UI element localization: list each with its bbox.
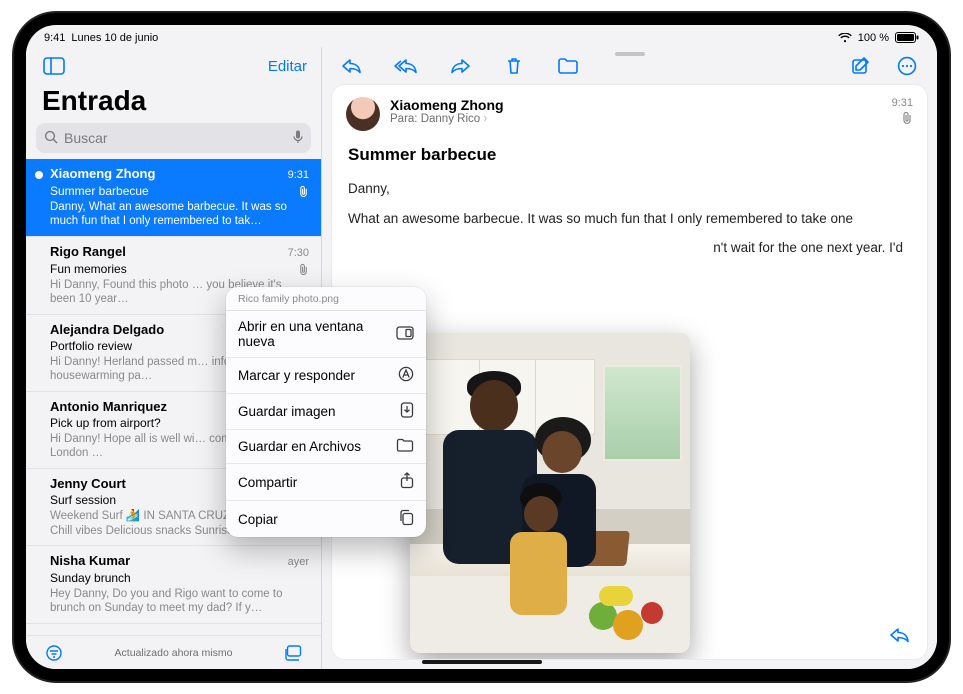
share-icon <box>400 472 414 492</box>
to-name: Danny Rico <box>421 113 480 125</box>
family-photo-image <box>410 333 690 653</box>
attachment-icon <box>892 111 913 128</box>
unread-dot-icon <box>35 171 43 179</box>
search-icon <box>44 130 58 147</box>
trash-button[interactable] <box>500 53 528 79</box>
sender-name[interactable]: Xiaomeng Zhong <box>390 97 882 113</box>
context-menu-item[interactable]: Guardar imagen <box>226 394 426 430</box>
quick-reply-button[interactable] <box>889 626 911 649</box>
sync-status: Actualizado ahora mismo <box>115 647 233 659</box>
wifi-icon <box>838 33 852 43</box>
reply-all-button[interactable] <box>392 53 420 79</box>
attachment-preview[interactable] <box>410 333 690 653</box>
context-menu-label: Copiar <box>238 512 278 527</box>
recipient-row[interactable]: Para: Danny Rico › <box>390 113 882 125</box>
dictate-icon[interactable] <box>293 130 303 147</box>
windows-button[interactable] <box>279 640 307 666</box>
msg-from: Alejandra Delgado <box>50 322 164 338</box>
context-menu-label: Compartir <box>238 475 297 490</box>
battery-icon <box>895 32 919 43</box>
msg-from: Antonio Manriquez <box>50 399 167 415</box>
msg-preview: Danny, What an awesome barbecue. It was … <box>50 200 309 228</box>
window-new-icon <box>396 326 414 343</box>
status-date: Lunes 10 de junio <box>71 32 158 44</box>
paperclip-icon <box>298 263 309 280</box>
copy-icon <box>399 509 414 529</box>
move-button[interactable] <box>554 53 582 79</box>
context-menu-title: Rico family photo.png <box>226 287 426 311</box>
ipad-frame: 9:41 Lunes 10 de junio 100 % <box>14 13 949 681</box>
msg-time: 7:30 <box>288 247 309 261</box>
sidebar-toggle-button[interactable] <box>40 53 68 79</box>
message-time: 9:31 <box>892 97 913 109</box>
msg-subject: Fun memories <box>50 262 309 277</box>
multitask-handle[interactable] <box>615 52 645 56</box>
msg-from: Jenny Court <box>50 476 126 492</box>
attachment-context-menu: Rico family photo.png Abrir en una venta… <box>226 287 426 537</box>
search-placeholder: Buscar <box>64 130 108 146</box>
search-input[interactable]: Buscar <box>36 123 311 153</box>
context-menu-item[interactable]: Compartir <box>226 464 426 501</box>
markup-icon <box>398 366 414 385</box>
msg-subject: Sunday brunch <box>50 571 309 586</box>
context-menu-label: Abrir en una ventana nueva <box>238 319 396 349</box>
folder-icon <box>396 438 414 455</box>
context-menu-item[interactable]: Marcar y responder <box>226 358 426 394</box>
to-label: Para: <box>390 113 418 125</box>
msg-time: 9:31 <box>288 169 309 183</box>
context-menu-item[interactable]: Guardar en Archivos <box>226 430 426 464</box>
status-bar: 9:41 Lunes 10 de junio 100 % <box>26 25 937 47</box>
message-subject: Summer barbecue <box>332 137 927 175</box>
download-icon <box>400 402 414 421</box>
paperclip-icon <box>298 185 309 202</box>
edit-button[interactable]: Editar <box>268 58 307 75</box>
forward-button[interactable] <box>446 53 474 79</box>
filter-button[interactable] <box>40 640 68 666</box>
screen: 9:41 Lunes 10 de junio 100 % <box>26 25 937 669</box>
msg-subject: Summer barbecue <box>50 184 309 199</box>
context-menu-label: Guardar en Archivos <box>238 439 361 454</box>
more-button[interactable] <box>893 53 921 79</box>
compose-button[interactable] <box>847 53 875 79</box>
msg-time: ayer <box>288 556 309 570</box>
message-list-item[interactable]: Nisha Kumar ayerSunday brunchHey Danny, D… <box>26 546 321 624</box>
chevron-right-icon: › <box>483 113 487 125</box>
mailbox-title: Entrada <box>26 85 321 121</box>
msg-from: Nisha Kumar <box>50 553 130 569</box>
status-time: 9:41 <box>44 32 65 44</box>
sender-avatar[interactable] <box>346 97 380 131</box>
message-body: Danny, What an awesome barbecue. It was … <box>332 175 927 268</box>
msg-from: Xiaomeng Zhong <box>50 166 155 182</box>
body-paragraph-1: What an awesome barbecue. It was so much… <box>348 209 911 229</box>
context-menu-label: Guardar imagen <box>238 404 336 419</box>
context-menu-item[interactable]: Copiar <box>226 501 426 537</box>
context-menu-item[interactable]: Abrir en una ventana nueva <box>226 311 426 358</box>
battery-percent: 100 % <box>858 32 889 44</box>
body-paragraph-2-tail: n't wait for the one next year. I'd <box>348 238 911 258</box>
home-indicator[interactable] <box>422 660 542 664</box>
reply-button[interactable] <box>338 53 366 79</box>
msg-from: Rigo Rangel <box>50 244 126 260</box>
message-list-item[interactable]: Xiaomeng Zhong 9:31Summer barbecueDanny, … <box>26 159 321 237</box>
body-greeting: Danny, <box>348 179 911 199</box>
msg-preview: Hey Danny, Do you and Rigo want to come … <box>50 587 309 615</box>
context-menu-label: Marcar y responder <box>238 368 355 383</box>
